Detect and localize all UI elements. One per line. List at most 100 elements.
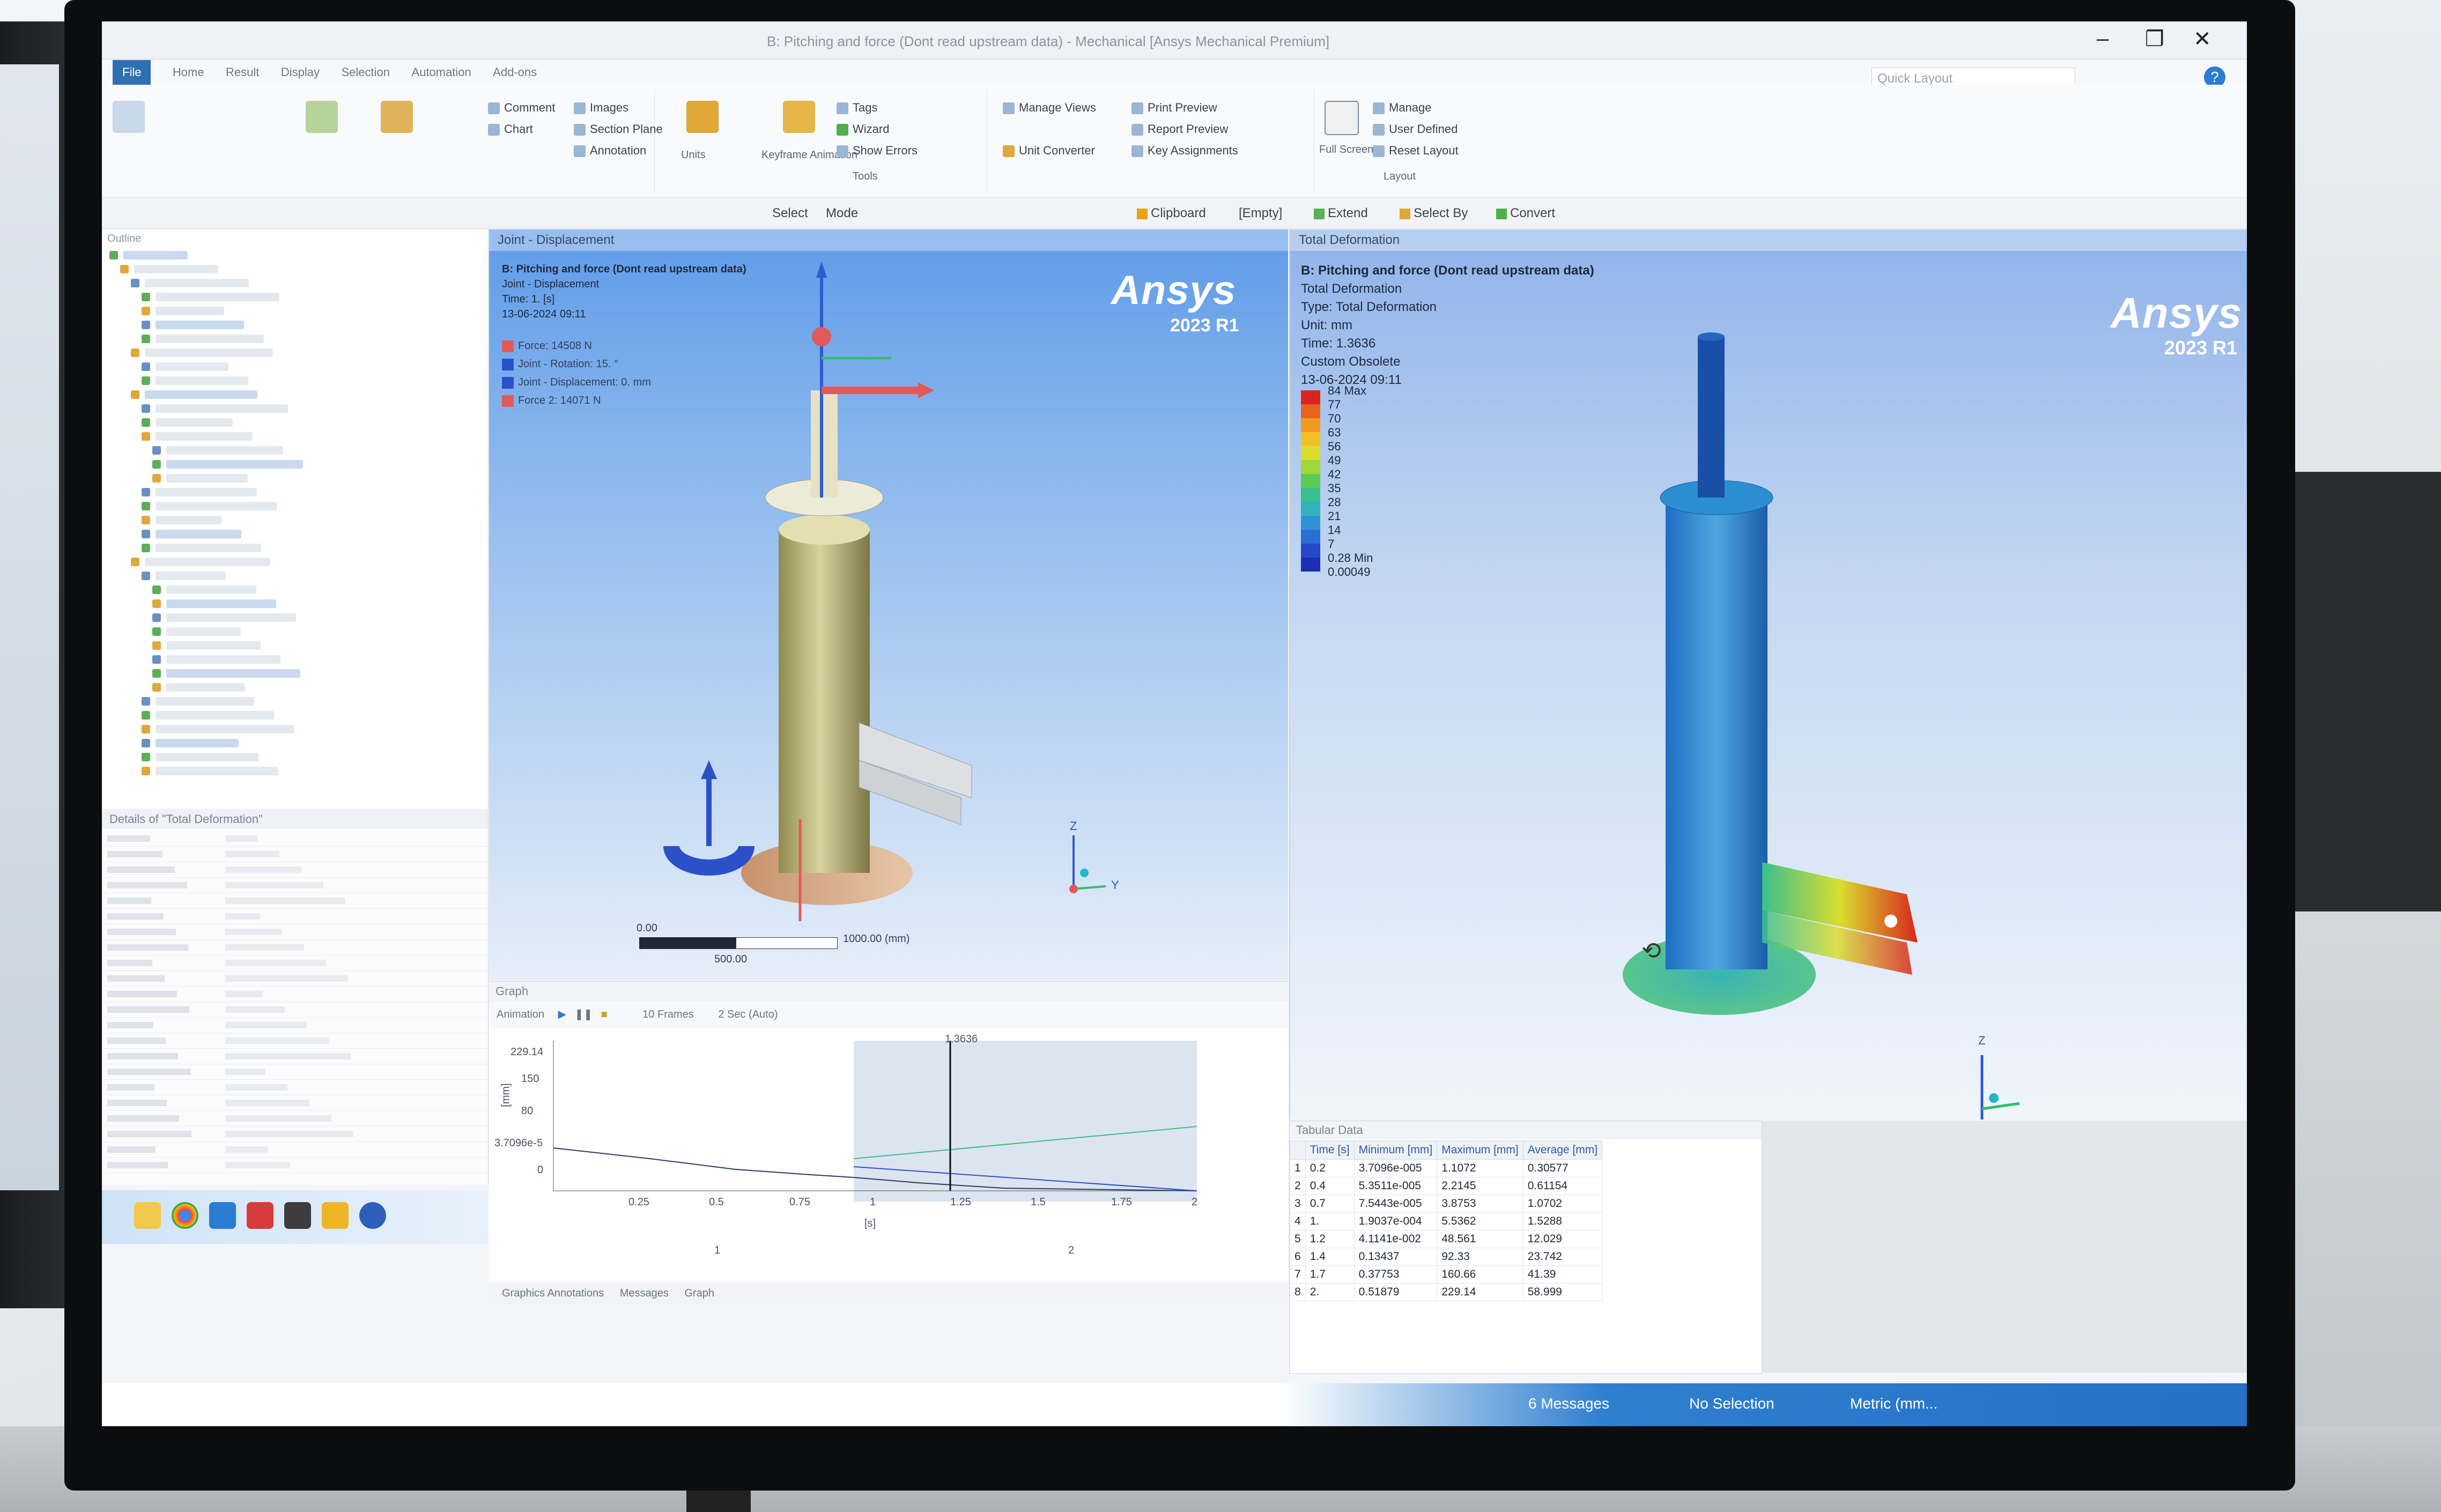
details-row[interactable] — [102, 971, 488, 987]
table-row[interactable]: 8 2. 0.51879 229.14 58.999 — [1290, 1283, 1603, 1301]
ribbon-tab-display[interactable]: Display — [281, 60, 320, 85]
workbench-icon[interactable] — [284, 1202, 311, 1229]
tree-item[interactable] — [142, 321, 244, 329]
tree-item[interactable] — [142, 544, 261, 552]
tree-item[interactable] — [142, 767, 278, 775]
empty-selection[interactable]: [Empty] — [1239, 206, 1282, 221]
details-row[interactable] — [102, 940, 488, 955]
tree-item[interactable] — [152, 474, 248, 483]
tree-item[interactable] — [142, 362, 228, 371]
tree-item[interactable] — [131, 558, 270, 566]
key-assignments-button[interactable]: Key Assignments — [1131, 144, 1238, 158]
full-screen-icon[interactable] — [1325, 101, 1359, 135]
details-row[interactable] — [102, 1049, 488, 1064]
show-errors-button[interactable]: Show Errors — [837, 144, 918, 158]
details-row[interactable] — [102, 831, 488, 847]
restore-button[interactable]: ❐ — [2145, 27, 2164, 51]
clipboard-button[interactable]: Clipboard — [1137, 206, 1206, 221]
ribbon-tab-selection[interactable]: Selection — [341, 60, 390, 85]
tree-item[interactable] — [152, 599, 276, 608]
table-row[interactable]: 2 0.4 5.3511e-005 2.2145 0.61154 — [1290, 1177, 1603, 1195]
details-row[interactable] — [102, 847, 488, 862]
joint-viewport[interactable]: Joint - Displacement B: Pitching and for… — [489, 229, 1288, 980]
details-row[interactable] — [102, 987, 488, 1002]
details-row[interactable] — [102, 955, 488, 971]
chrome-icon[interactable] — [172, 1202, 198, 1229]
tree-item[interactable] — [152, 669, 300, 678]
table-row[interactable]: 7 1.7 0.37753 160.66 41.39 — [1290, 1265, 1603, 1284]
tree-item[interactable] — [152, 460, 303, 469]
tree-item[interactable] — [142, 697, 254, 706]
report-preview-button[interactable]: Report Preview — [1131, 122, 1228, 136]
details-row[interactable] — [102, 1142, 488, 1158]
tags-button[interactable]: Tags — [837, 101, 877, 115]
print-preview-button[interactable]: Print Preview — [1131, 101, 1217, 115]
tree-item[interactable] — [142, 711, 274, 720]
tree-item[interactable] — [152, 655, 280, 664]
tree-item[interactable] — [131, 279, 249, 287]
details-row[interactable] — [102, 1033, 488, 1049]
table-row[interactable]: 6 1.4 0.13437 92.33 23.742 — [1290, 1248, 1603, 1266]
column-header[interactable]: Maximum [mm] — [1437, 1140, 1523, 1160]
tree-item[interactable] — [152, 627, 241, 636]
tree-item[interactable] — [142, 530, 241, 538]
stop-icon[interactable]: ■ — [601, 1009, 608, 1020]
column-header[interactable] — [1290, 1140, 1306, 1160]
details-row[interactable] — [102, 1095, 488, 1111]
total-deformation-viewport[interactable]: Total Deformation B: Pitching and force … — [1289, 229, 2247, 1120]
play-icon[interactable]: ▶ — [558, 1009, 566, 1020]
convert-button[interactable]: Convert — [1496, 206, 1555, 221]
tree-item[interactable] — [142, 753, 258, 761]
minimize-button[interactable]: – — [2097, 27, 2109, 51]
tree-item[interactable] — [142, 432, 253, 441]
table-row[interactable]: 1 0.2 3.7096e-005 1.1072 0.30577 — [1290, 1159, 1603, 1177]
tree-item[interactable] — [152, 446, 283, 455]
tree-item[interactable] — [152, 613, 296, 622]
manage-button[interactable]: Manage — [1373, 101, 1432, 115]
speed-dropdown[interactable]: 2 Sec (Auto) — [718, 1009, 778, 1020]
details-row[interactable] — [102, 1126, 488, 1142]
tree-item[interactable] — [142, 572, 226, 580]
tree-item[interactable] — [142, 739, 239, 747]
details-row[interactable] — [102, 1002, 488, 1018]
table-row[interactable]: 4 1. 1.9037e-004 5.5362 1.5288 — [1290, 1212, 1603, 1231]
column-header[interactable]: Time [s] — [1305, 1140, 1355, 1160]
tree-item[interactable] — [142, 502, 277, 510]
details-row[interactable] — [102, 1080, 488, 1095]
comment-button[interactable]: Comment — [488, 101, 555, 115]
tree-item[interactable] — [152, 585, 256, 594]
outline-icon[interactable] — [113, 101, 145, 133]
ribbon-tab-home[interactable]: Home — [173, 60, 204, 85]
details-row[interactable] — [102, 909, 488, 924]
details-row[interactable] — [102, 1018, 488, 1033]
tree-item[interactable] — [120, 265, 218, 273]
frames-dropdown[interactable]: 10 Frames — [642, 1009, 694, 1020]
tab-messages[interactable]: Messages — [620, 1287, 669, 1299]
chart-button[interactable]: Chart — [488, 122, 533, 136]
tree-item[interactable] — [142, 488, 257, 496]
messages-status[interactable]: 6 Messages — [1528, 1395, 1609, 1412]
ribbon-tab-addons[interactable]: Add-ons — [493, 60, 537, 85]
tree-item[interactable] — [142, 404, 288, 413]
ribbon-tab-automation[interactable]: Automation — [411, 60, 471, 85]
table-row[interactable]: 3 0.7 7.5443e-005 3.8753 1.0702 — [1290, 1195, 1603, 1213]
tree-item[interactable] — [142, 725, 294, 733]
tree-item[interactable] — [142, 376, 248, 385]
mode-dropdown[interactable]: Mode — [826, 206, 858, 221]
details-row[interactable] — [102, 878, 488, 893]
ribbon-tab-file[interactable]: File — [113, 60, 151, 85]
app-icon[interactable] — [247, 1202, 273, 1229]
table-row[interactable]: 5 1.2 4.1141e-002 48.561 12.029 — [1290, 1230, 1603, 1248]
ribbon-tab-result[interactable]: Result — [226, 60, 259, 85]
tree-item[interactable] — [131, 349, 273, 357]
solve-icon[interactable] — [306, 101, 338, 133]
units-icon[interactable] — [686, 101, 719, 133]
mechanical-icon[interactable] — [322, 1202, 349, 1229]
wizard-button[interactable]: Wizard — [837, 122, 889, 136]
select-button[interactable]: Select — [772, 206, 808, 221]
tab-graphics-annotations[interactable]: Graphics Annotations — [502, 1287, 604, 1299]
annotation-button[interactable]: Annotation — [574, 144, 646, 158]
user-defined-button[interactable]: User Defined — [1373, 122, 1458, 136]
details-row[interactable] — [102, 1064, 488, 1080]
file-explorer-icon[interactable] — [134, 1202, 161, 1229]
